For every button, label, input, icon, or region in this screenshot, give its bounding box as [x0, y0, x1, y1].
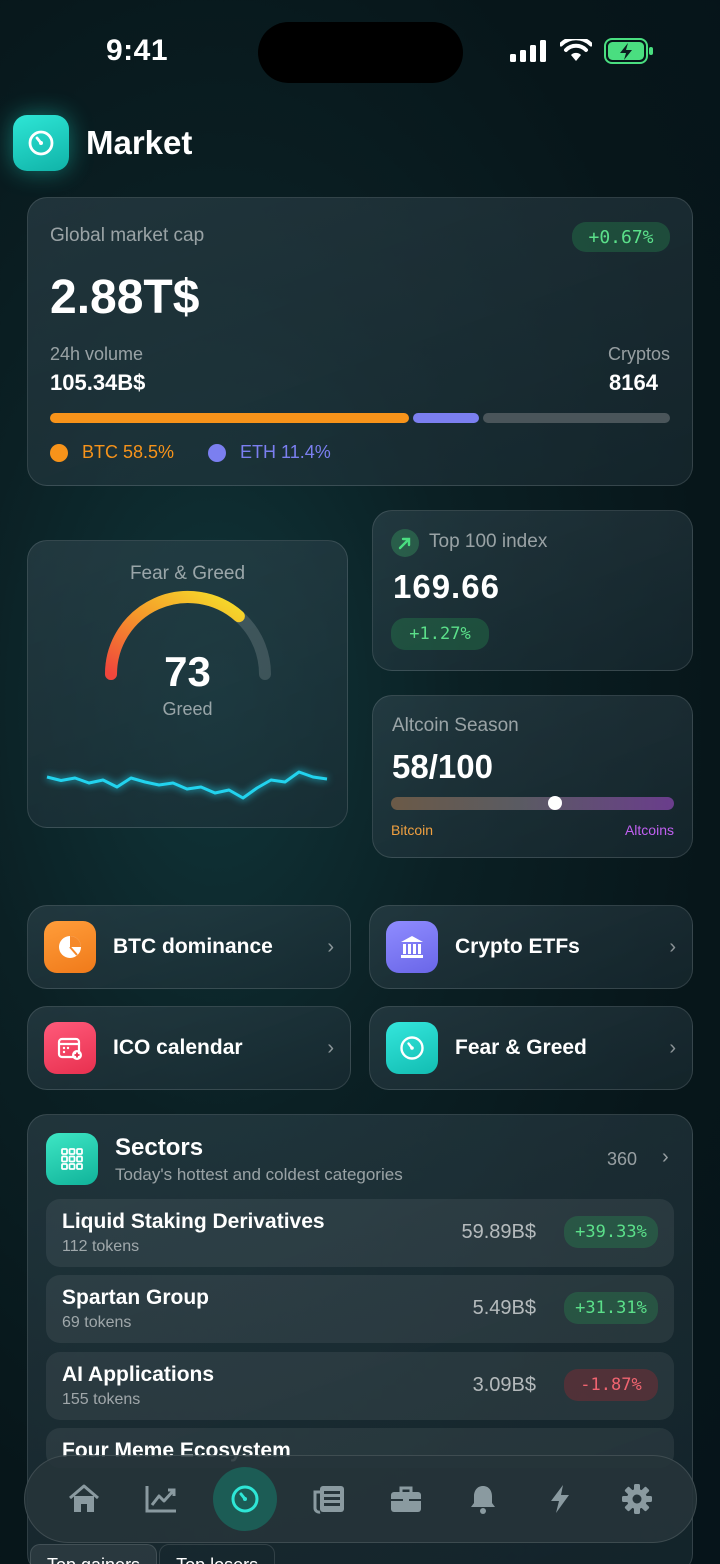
app-logo-icon — [13, 115, 69, 171]
altcoin-season-value: 58/100 — [392, 748, 493, 785]
calendar-icon — [44, 1022, 96, 1074]
volume-value: 105.34B$ — [50, 370, 146, 395]
fear-greed-value: 73 — [164, 648, 211, 695]
gauge-icon — [386, 1022, 438, 1074]
fear-greed-link-label: Fear & Greed — [455, 1036, 587, 1059]
btc-dominance-link[interactable]: BTC dominance › — [27, 905, 351, 989]
bitcoin-label: Bitcoin — [391, 822, 434, 838]
dynamic-island — [258, 22, 463, 83]
top100-value: 169.66 — [393, 568, 500, 605]
cryptos-label: Cryptos — [607, 344, 670, 364]
top100-title: Top 100 index — [429, 531, 548, 552]
bolt-icon[interactable] — [535, 1474, 585, 1524]
sectors-count: 360 — [607, 1149, 638, 1169]
briefcase-icon[interactable] — [381, 1474, 431, 1524]
home-icon[interactable] — [59, 1474, 109, 1524]
sectors-title: Sectors — [115, 1134, 204, 1161]
sector-name: AI Applications — [62, 1363, 215, 1386]
status-icons — [510, 38, 654, 64]
bank-icon — [386, 921, 438, 973]
sector-market-cap: 5.49B$ — [472, 1297, 536, 1319]
sector-row[interactable]: AI Applications 155 tokens 3.09B$ -1.87% — [46, 1352, 674, 1420]
market-cap-label: Global market cap — [50, 225, 205, 246]
fear-greed-label: Greed — [162, 699, 213, 719]
altcoin-season-title: Altcoin Season — [392, 715, 519, 736]
fear-greed-history-line — [46, 770, 328, 800]
signal-icon — [510, 40, 546, 62]
bell-icon[interactable] — [458, 1474, 508, 1524]
gear-icon[interactable] — [612, 1474, 662, 1524]
volume-label: 24h volume — [50, 344, 144, 364]
sector-token-count: 69 tokens — [62, 1314, 132, 1331]
sector-name: Liquid Staking Derivatives — [62, 1210, 325, 1233]
battery-icon — [604, 38, 653, 64]
chevron-right-icon: › — [327, 1036, 334, 1059]
sector-row[interactable]: Spartan Group 69 tokens 5.49B$ +31.31% — [46, 1275, 674, 1343]
ico-calendar-link[interactable]: ICO calendar › — [27, 1006, 351, 1090]
other-dominance-bar — [483, 413, 670, 423]
gauge-icon[interactable] — [212, 1467, 277, 1531]
crypto-etfs-label: Crypto ETFs — [455, 935, 580, 958]
sector-change-badge: +31.31% — [564, 1292, 658, 1324]
chart-icon[interactable] — [136, 1474, 186, 1524]
news-icon[interactable] — [304, 1474, 354, 1524]
wifi-icon — [560, 39, 592, 61]
sectors-subtitle: Today's hottest and coldest categories — [115, 1165, 403, 1184]
chevron-right-icon: › — [669, 935, 676, 958]
sector-market-cap: 3.09B$ — [472, 1374, 536, 1396]
btc-dominance-label: BTC dominance — [113, 935, 273, 958]
tab-top-gainers-label: Top gainers — [47, 1555, 140, 1564]
eth-dominance-bar — [412, 413, 480, 423]
chevron-right-icon[interactable]: › — [662, 1146, 669, 1169]
pie-chart-icon — [44, 921, 96, 973]
sector-token-count: 155 tokens — [62, 1391, 141, 1408]
page-title: Market — [86, 124, 193, 161]
sector-name: Spartan Group — [62, 1286, 210, 1309]
btc-legend-label: BTC 58.5% — [82, 442, 175, 462]
fear-greed-link[interactable]: Fear & Greed › — [369, 1006, 693, 1090]
sector-row[interactable]: Liquid Staking Derivatives 112 tokens 59… — [46, 1199, 674, 1267]
gainers-losers-tabs: Top gainers Top losers — [30, 1544, 276, 1564]
altcoins-label: Altcoins — [624, 822, 674, 838]
crypto-etfs-link[interactable]: Crypto ETFs › — [369, 905, 693, 989]
btc-legend-dot — [50, 443, 68, 462]
sector-token-count: 112 tokens — [62, 1238, 140, 1255]
sector-change-badge: -1.87% — [564, 1369, 658, 1401]
tab-top-gainers[interactable]: Top gainers — [30, 1544, 158, 1564]
dominance-legend: BTC 58.5% ETH 11.4% — [50, 442, 331, 463]
sector-change-badge: +39.33% — [564, 1216, 658, 1248]
trend-up-icon — [391, 529, 419, 557]
bottom-tab-bar — [24, 1455, 697, 1543]
eth-legend-dot — [208, 443, 227, 462]
status-time: 9:41 — [106, 34, 169, 67]
chevron-right-icon: › — [669, 1036, 676, 1059]
market-cap-value: 2.88T$ — [50, 271, 200, 324]
market-cap-change-badge: +0.67% — [572, 222, 670, 252]
cryptos-value: 8164 — [609, 370, 658, 395]
top100-change-badge: +1.27% — [391, 618, 489, 650]
tab-top-losers[interactable]: Top losers — [159, 1544, 276, 1564]
sector-market-cap: 59.89B$ — [461, 1221, 536, 1243]
grid-icon — [46, 1133, 98, 1185]
altcoin-season-bar — [391, 797, 674, 810]
chevron-right-icon: › — [327, 935, 334, 958]
btc-dominance-bar — [50, 413, 409, 423]
ico-calendar-label: ICO calendar — [113, 1036, 243, 1059]
eth-legend-label: ETH 11.4% — [240, 442, 331, 462]
tab-top-losers-label: Top losers — [176, 1555, 258, 1564]
